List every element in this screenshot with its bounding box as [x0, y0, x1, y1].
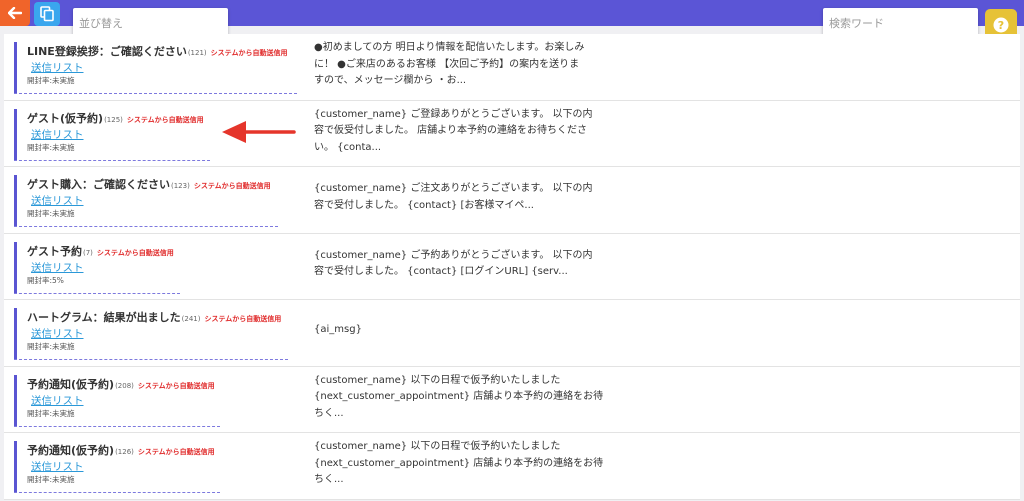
message-header: 予約通知(仮予約)(126) システムから自動送信用 送信リスト 開封率:未実施 [14, 441, 215, 492]
message-count: (125) [104, 115, 123, 124]
message-row[interactable]: LINE登録挨拶：ご確認ください(121) システムから自動送信用 送信リスト 開… [4, 34, 1020, 101]
open-rate: 開封率:未実施 [27, 76, 75, 85]
message-count: (7) [83, 248, 93, 257]
auto-send-label: システムから自動送信用 [210, 49, 288, 57]
open-rate: 開封率:未実施 [27, 142, 75, 152]
message-row[interactable]: ゲスト(仮予約)(125) システムから自動送信用 送信リスト 開封率:未実施 {… [4, 100, 1020, 167]
question-icon: ? [993, 17, 1009, 33]
message-count: (123) [171, 182, 190, 190]
back-button[interactable] [0, 0, 30, 26]
send-list-link[interactable]: 送信リスト [31, 394, 215, 408]
svg-text:?: ? [998, 19, 1004, 32]
message-row[interactable]: ハートグラム：結果が出ました(241) システムから自動送信用 送信リスト 開封率… [4, 300, 1020, 367]
message-row[interactable]: ゲスト購入：ご確認ください(123) システムから自動送信用 送信リスト 開封率:… [4, 167, 1020, 234]
send-list-link[interactable]: 送信リスト [31, 327, 281, 341]
message-count: (121) [187, 49, 207, 57]
title-divider [14, 292, 180, 294]
message-preview: {customer_name} 以下の日程で仮予約いたしました {next_cu… [314, 441, 604, 485]
auto-send-label: システムから自動送信用 [126, 115, 204, 124]
message-header: ゲスト予約(7) システムから自動送信用 送信リスト 開封率:5% [14, 241, 174, 293]
message-list: LINE登録挨拶：ご確認ください(121) システムから自動送信用 送信リスト 開… [4, 34, 1020, 500]
message-title: ゲスト予約 [27, 244, 82, 258]
message-preview: ●初めましての方 明日より情報を配信いたします。お楽しみ に！ ●ご来店のあるお… [314, 42, 585, 86]
message-preview: {customer_name} 以下の日程で仮予約いたしました {next_cu… [314, 374, 604, 419]
open-rate: 開封率:5% [27, 275, 64, 285]
auto-send-label: システムから自動送信用 [137, 381, 215, 390]
message-row[interactable]: ゲスト予約(7) システムから自動送信用 送信リスト 開封率:5% {custom… [4, 233, 1020, 300]
message-title: ゲスト購入：ご確認ください [27, 178, 170, 191]
message-title: LINE登録挨拶：ご確認ください [27, 45, 187, 58]
title-divider [14, 359, 288, 360]
copy-icon [40, 6, 54, 22]
open-rate: 開封率:未実施 [27, 209, 75, 218]
arrow-left-icon [8, 7, 22, 19]
title-divider [14, 492, 220, 493]
message-row[interactable]: 予約通知(仮予約)(126) システムから自動送信用 送信リスト 開封率:未実施 … [4, 433, 1020, 500]
title-divider [14, 226, 278, 227]
open-rate: 開封率:未実施 [27, 408, 75, 418]
message-preview: {ai_msg} [314, 324, 362, 335]
send-list-link[interactable]: 送信リスト [31, 194, 271, 208]
message-header: 予約通知(仮予約)(208) システムから自動送信用 送信リスト 開封率:未実施 [14, 374, 215, 426]
message-header: ハートグラム：結果が出ました(241) システムから自動送信用 送信リスト 開封率… [14, 308, 281, 359]
title-divider [14, 159, 210, 161]
send-list-link[interactable]: 送信リスト [31, 61, 287, 75]
message-count: (241) [181, 315, 201, 323]
send-list-link[interactable]: 送信リスト [31, 460, 215, 474]
copy-button[interactable] [34, 2, 60, 26]
message-preview: {customer_name} ご注文ありがとうございます。 以下の内 容で受付… [314, 183, 593, 211]
send-list-link[interactable]: 送信リスト [31, 128, 204, 142]
message-title: 予約通知(仮予約) [27, 444, 115, 457]
message-row[interactable]: 予約通知(仮予約)(208) システムから自動送信用 送信リスト 開封率:未実施 … [4, 366, 1020, 433]
message-header: ゲスト購入：ご確認ください(123) システムから自動送信用 送信リスト 開封率:… [14, 175, 271, 226]
message-preview: {customer_name} ご予約ありがとうございます。 以下の内 容で受付… [314, 249, 593, 278]
open-rate: 開封率:未実施 [27, 342, 75, 351]
message-title: ゲスト(仮予約) [27, 111, 104, 125]
message-count: (208) [115, 381, 134, 390]
send-list-link[interactable]: 送信リスト [31, 261, 174, 275]
message-header: LINE登録挨拶：ご確認ください(121) システムから自動送信用 送信リスト 開… [14, 42, 287, 93]
auto-send-label: システムから自動送信用 [193, 182, 271, 190]
auto-send-label: システムから自動送信用 [204, 315, 282, 323]
message-title: ハートグラム：結果が出ました [27, 311, 181, 324]
title-divider [14, 425, 220, 427]
message-title: 予約通知(仮予約) [27, 377, 115, 391]
auto-send-label: システムから自動送信用 [96, 248, 174, 257]
message-preview: {customer_name} ご登録ありがとうございます。 以下の内 容で仮受… [314, 108, 593, 153]
message-count: (126) [115, 448, 134, 456]
title-divider [14, 93, 297, 94]
auto-send-label: システムから自動送信用 [137, 448, 215, 456]
open-rate: 開封率:未実施 [27, 475, 75, 484]
annotation-arrow-icon [222, 121, 296, 143]
message-header: ゲスト(仮予約)(125) システムから自動送信用 送信リスト 開封率:未実施 [14, 108, 204, 160]
